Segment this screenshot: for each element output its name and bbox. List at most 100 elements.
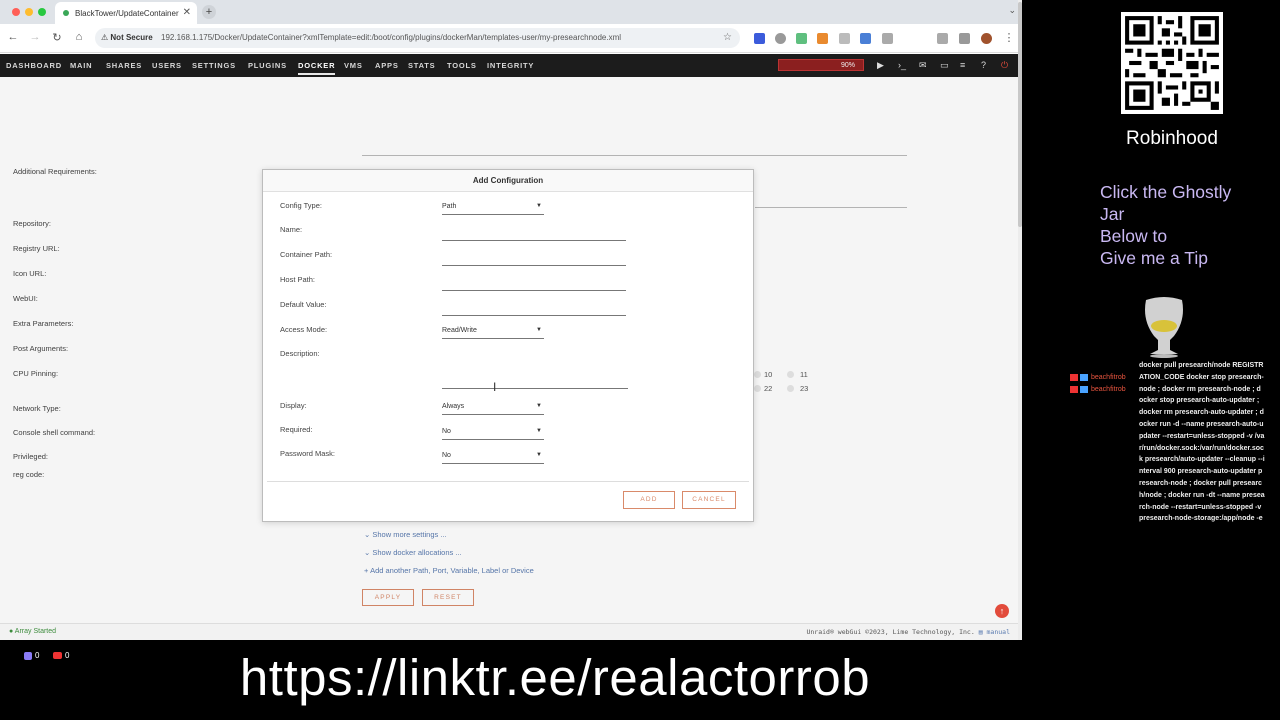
- display-select[interactable]: Always ▼: [442, 403, 544, 415]
- dialog-title: Add Configuration: [263, 170, 753, 192]
- tip-line: Below to: [1100, 226, 1168, 246]
- close-tab-icon[interactable]: ✕: [183, 7, 191, 18]
- new-tab-button[interactable]: +: [202, 5, 216, 19]
- divider: [267, 481, 749, 482]
- extension-icon[interactable]: [860, 33, 871, 44]
- linktree-banner: https://linktr.ee/realactorrob: [239, 649, 871, 706]
- close-window-icon[interactable]: [12, 8, 20, 16]
- chat-message: docker pull presearch/node REGISTRATION_…: [1139, 362, 1265, 523]
- chevron-down-icon: ▼: [536, 403, 542, 409]
- access-mode-value: Read/Write: [442, 327, 477, 334]
- scroll-to-top-button[interactable]: ↑: [995, 604, 1009, 618]
- required-select[interactable]: No ▼: [442, 428, 544, 440]
- default-value-input[interactable]: [442, 315, 626, 316]
- cpu-load-label: 90%: [840, 62, 855, 69]
- host-path-input[interactable]: [442, 290, 626, 291]
- chevron-down-icon: ▼: [536, 327, 542, 333]
- container-path-input[interactable]: [442, 265, 626, 266]
- tip-line: Jar: [1100, 204, 1125, 224]
- manual-link[interactable]: ▤ manual: [979, 628, 1010, 636]
- extensions-puzzle-icon[interactable]: [882, 33, 893, 44]
- display-value: Always: [442, 403, 465, 410]
- monitor-icon[interactable]: ▭: [940, 60, 949, 71]
- add-button[interactable]: ADD: [623, 491, 675, 509]
- nav-users[interactable]: USERS: [152, 61, 182, 70]
- unraid-nav: DASHBOARD MAIN SHARES USERS SETTINGS PLU…: [0, 54, 1018, 77]
- default-value-label: Default Value:: [280, 300, 327, 309]
- feedback-icon[interactable]: ✉: [919, 60, 927, 71]
- password-mask-label: Password Mask:: [280, 449, 336, 458]
- add-configuration-dialog: Add Configuration Config Type: Path ▼ Na…: [262, 169, 754, 522]
- nav-plugins[interactable]: PLUGINS: [248, 61, 287, 70]
- tip-line: Click the Ghostly: [1100, 182, 1232, 202]
- power-icon[interactable]: ⏻: [1001, 60, 1008, 71]
- manual-label: manual: [986, 628, 1010, 636]
- forward-icon[interactable]: →: [28, 31, 42, 43]
- nav-apps[interactable]: APPS: [375, 61, 399, 70]
- nav-integrity[interactable]: INTEGRITY: [487, 61, 534, 70]
- extension-icon[interactable]: [839, 33, 850, 44]
- home-icon[interactable]: ⌂: [72, 31, 86, 43]
- chat-badge-icon: [1080, 373, 1088, 381]
- nav-vms[interactable]: VMS: [344, 61, 363, 70]
- not-secure-badge[interactable]: ⚠ Not Secure: [101, 28, 153, 48]
- description-label: Description:: [280, 349, 320, 358]
- help-icon[interactable]: ?: [981, 60, 986, 70]
- name-input[interactable]: [442, 240, 626, 241]
- array-status: ● Array Started: [9, 628, 57, 635]
- back-icon[interactable]: ←: [6, 31, 20, 43]
- stream-frame: BlackTower/UpdateContainer ✕ + ⌄ ← → ↻ ⌂…: [0, 0, 1280, 720]
- url-field[interactable]: ⚠ Not Secure 192.168.1.175/Docker/Update…: [95, 28, 740, 48]
- metamask-icon[interactable]: [817, 33, 828, 44]
- more-menu-icon[interactable]: ⋮: [1002, 31, 1016, 44]
- terminal-icon[interactable]: ›_: [898, 60, 906, 70]
- nav-tools[interactable]: TOOLS: [447, 61, 477, 70]
- config-type-select[interactable]: Path ▼: [442, 203, 544, 215]
- browser-tab[interactable]: BlackTower/UpdateContainer ✕: [55, 2, 197, 24]
- config-type-label: Config Type:: [280, 201, 322, 210]
- qr-code-graphic: [1121, 12, 1223, 114]
- nav-main[interactable]: MAIN: [70, 61, 92, 70]
- reload-icon[interactable]: ↻: [50, 31, 64, 44]
- scrollbar-thumb[interactable]: [1018, 2, 1022, 227]
- nav-settings[interactable]: SETTINGS: [192, 61, 236, 70]
- bookmark-star-icon[interactable]: ☆: [723, 28, 732, 48]
- minimize-window-icon[interactable]: [25, 8, 33, 16]
- required-label: Required:: [280, 425, 313, 434]
- description-textarea[interactable]: [442, 388, 628, 389]
- tip-jar-icon: [1140, 296, 1188, 358]
- access-mode-label: Access Mode:: [280, 325, 328, 334]
- extension-icon[interactable]: [775, 33, 786, 44]
- url-text: 192.168.1.175/Docker/UpdateContainer?xml…: [161, 33, 622, 42]
- avatar[interactable]: [981, 33, 992, 44]
- config-type-value: Path: [442, 203, 457, 210]
- chevron-down-icon: ▼: [536, 452, 542, 458]
- nav-shares[interactable]: SHARES: [106, 61, 142, 70]
- chevron-down-icon: ▼: [536, 203, 542, 209]
- access-mode-select[interactable]: Read/Write ▼: [442, 327, 544, 339]
- copyright-label: Unraid® webGui ©2023, Lime Technology, I…: [806, 628, 975, 636]
- extension-icon[interactable]: [796, 33, 807, 44]
- nav-dashboard[interactable]: DASHBOARD: [6, 61, 62, 70]
- tab-title: BlackTower/UpdateContainer: [75, 9, 179, 18]
- maximize-window-icon[interactable]: [38, 8, 46, 16]
- nav-docker[interactable]: DOCKER: [298, 61, 336, 75]
- run-icon[interactable]: ▶: [877, 60, 884, 71]
- chat-username-label: beachfitrob: [1091, 386, 1126, 393]
- name-label: Name:: [280, 225, 303, 234]
- chat-username-label: beachfitrob: [1091, 374, 1126, 381]
- menu-icon[interactable]: ≡: [960, 60, 965, 70]
- download-icon[interactable]: [937, 33, 948, 44]
- tab-list-icon[interactable]: ⌄: [1008, 5, 1016, 16]
- password-mask-select[interactable]: No ▼: [442, 452, 544, 464]
- browser-window: BlackTower/UpdateContainer ✕ + ⌄ ← → ↻ ⌂…: [0, 0, 1022, 640]
- nav-stats[interactable]: STATS: [408, 61, 435, 70]
- address-toolbar: ← → ↻ ⌂ ⚠ Not Secure 192.168.1.175/Docke…: [0, 24, 1022, 53]
- sidebar-icon[interactable]: [959, 33, 970, 44]
- youtube-icon: [1070, 385, 1078, 393]
- not-secure-label: Not Secure: [110, 33, 153, 42]
- required-value: No: [442, 428, 451, 435]
- tab-favicon-icon: [63, 10, 69, 16]
- extension-icon[interactable]: [754, 33, 765, 44]
- cancel-button[interactable]: CANCEL: [682, 491, 736, 509]
